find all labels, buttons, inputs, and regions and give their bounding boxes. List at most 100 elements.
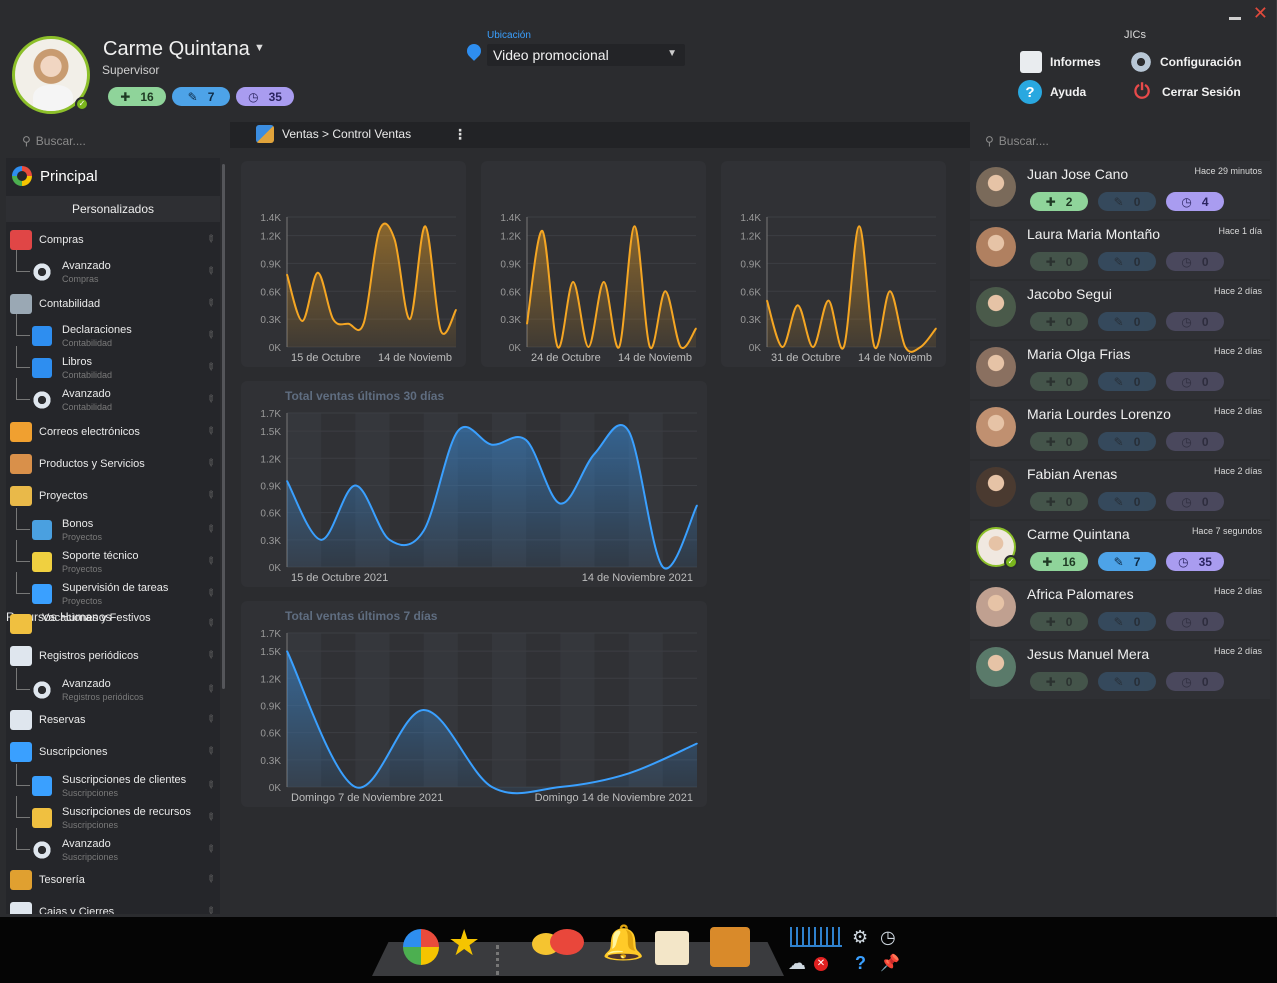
contact-badge-green[interactable]: ✚ 0	[1030, 492, 1088, 511]
contact-badge-blue[interactable]: ✎ 0	[1098, 612, 1156, 631]
chevron-down-icon[interactable]: ▼	[254, 42, 265, 54]
pin-icon[interactable]: ✎	[203, 779, 217, 793]
sidebar-item-avanzado[interactable]: Avanzado Registros periódicos ✎	[6, 668, 220, 706]
contact-badge-purple[interactable]: ◷ 0	[1166, 432, 1224, 451]
sidebar-item-reservas[interactable]: Reservas ✎	[6, 706, 220, 736]
home-icon[interactable]	[403, 929, 439, 965]
contact-badge-purple[interactable]: ◷ 0	[1166, 312, 1224, 331]
sidebar-item-proyectos[interactable]: Proyectos ✎	[6, 482, 220, 512]
sidebar-item-avanzado[interactable]: Avanzado Compras ✎	[6, 250, 220, 288]
contact-badge-blue[interactable]: ✎ 0	[1098, 372, 1156, 391]
sidebar-item-soporte-t-cnico[interactable]: Soporte técnico Proyectos ✎	[6, 540, 220, 578]
pin-icon[interactable]: ✎	[203, 425, 217, 439]
sidebar-item-compras[interactable]: Compras ✎	[6, 226, 220, 256]
cerrar-sesion-link[interactable]: ⏻ Cerrar Sesión	[1130, 80, 1241, 104]
notes-icon[interactable]	[655, 931, 689, 965]
clock-icon[interactable]: ◷	[880, 927, 896, 948]
sidebar-item-suscripciones[interactable]: Suscripciones ✎	[6, 738, 220, 768]
contact-badge-green[interactable]: ✚ 0	[1030, 372, 1088, 391]
pin-icon[interactable]: ✎	[203, 587, 217, 601]
contact-item[interactable]: Juan Jose Cano Hace 29 minutos ✚ 2 ✎ 0 ◷ 4	[970, 161, 1270, 219]
sidebar-item-avanzado[interactable]: Avanzado Contabilidad ✎	[6, 378, 220, 416]
contact-badge-purple[interactable]: ◷ 4	[1166, 192, 1224, 211]
bell-icon[interactable]: 🔔	[602, 925, 644, 961]
contact-badge-green[interactable]: ✚ 0	[1030, 252, 1088, 271]
pin-icon[interactable]: ✎	[203, 361, 217, 375]
contact-item[interactable]: Africa Palomares Hace 2 días ✚ 0 ✎ 0 ◷ 0	[970, 581, 1270, 639]
pin-icon[interactable]: ✎	[203, 329, 217, 343]
contact-badge-purple[interactable]: ◷ 0	[1166, 612, 1224, 631]
sidebar-item-vacaciones-y-festivos[interactable]: Vacaciones y Festivos Recursos Humanos ✎	[6, 610, 220, 640]
contact-item[interactable]: Maria Olga Frias Hace 2 días ✚ 0 ✎ 0 ◷ 0	[970, 341, 1270, 399]
contact-badge-purple[interactable]: ◷ 0	[1166, 252, 1224, 271]
informes-link[interactable]: Informes	[1020, 51, 1101, 73]
sidebar-item-cajas-y-cierres[interactable]: Cajas y Cierres ✎	[6, 898, 220, 914]
ayuda-link[interactable]: ? Ayuda	[1018, 80, 1086, 104]
minimize-icon[interactable]	[1228, 16, 1241, 20]
pin-icon[interactable]: ✎	[203, 489, 217, 503]
contact-badge-green[interactable]: ✚ 2	[1030, 192, 1088, 211]
sidebar-search[interactable]: ⚲ Buscar....	[22, 134, 86, 148]
pin-icon[interactable]: ✎	[203, 297, 217, 311]
pin-icon[interactable]: ✎	[203, 843, 217, 857]
badge-tasks[interactable]: ✚ 16	[108, 87, 166, 106]
contact-badge-green[interactable]: ✚ 0	[1030, 612, 1088, 631]
pin-icon[interactable]: ✎	[203, 811, 217, 825]
contact-item[interactable]: Jacobo Segui Hace 2 días ✚ 0 ✎ 0 ◷ 0	[970, 281, 1270, 339]
pin-icon[interactable]: ✎	[203, 523, 217, 537]
pin-icon[interactable]: ✎	[203, 457, 217, 471]
contact-item[interactable]: Maria Lourdes Lorenzo Hace 2 días ✚ 0 ✎ 0 ◷ 0	[970, 401, 1270, 459]
contact-badge-purple[interactable]: ◷ 35	[1166, 552, 1224, 571]
pin-icon[interactable]: ✎	[203, 873, 217, 887]
contacts-search[interactable]: ⚲ Buscar....	[985, 134, 1049, 148]
contact-badge-blue[interactable]: ✎ 0	[1098, 252, 1156, 271]
contact-badge-green[interactable]: ✚ 16	[1030, 552, 1088, 571]
sidebar-item-bonos[interactable]: Bonos Proyectos ✎	[6, 508, 220, 546]
badge-history[interactable]: ◷ 35	[236, 87, 294, 106]
pin-icon[interactable]: ✎	[203, 393, 217, 407]
pin-icon[interactable]: ✎	[203, 745, 217, 759]
sidebar-item-suscripciones-de-recursos[interactable]: Suscripciones de recursos Suscripciones ✎	[6, 796, 220, 834]
contact-badge-green[interactable]: ✚ 0	[1030, 672, 1088, 691]
contact-item[interactable]: Jesus Manuel Mera Hace 2 días ✚ 0 ✎ 0 ◷ 0	[970, 641, 1270, 699]
pin-icon[interactable]: ✎	[203, 905, 217, 914]
contact-badge-purple[interactable]: ◷ 0	[1166, 372, 1224, 391]
contact-badge-blue[interactable]: ✎ 0	[1098, 432, 1156, 451]
sidebar-principal[interactable]: Principal	[12, 166, 98, 186]
sidebar-item-registros-peri-dicos[interactable]: Registros periódicos ✎	[6, 642, 220, 672]
sidebar-personalizados[interactable]: Personalizados	[6, 196, 220, 222]
contact-badge-green[interactable]: ✚ 0	[1030, 432, 1088, 451]
help-icon[interactable]: ?	[855, 953, 866, 974]
contact-item[interactable]: ✓ Carme Quintana Hace 7 segundos ✚ 16 ✎ 7 ◷ 35	[970, 521, 1270, 579]
cloud-icon[interactable]: ☁	[788, 953, 806, 974]
sidebar-item-declaraciones[interactable]: Declaraciones Contabilidad ✎	[6, 314, 220, 352]
sidebar-item-contabilidad[interactable]: Contabilidad ✎	[6, 290, 220, 320]
sidebar-scrollbar[interactable]	[222, 164, 225, 689]
contact-item[interactable]: Fabian Arenas Hace 2 días ✚ 0 ✎ 0 ◷ 0	[970, 461, 1270, 519]
sidebar-item-productos-y-servicios[interactable]: Productos y Servicios ✎	[6, 450, 220, 480]
sidebar-item-libros[interactable]: Libros Contabilidad ✎	[6, 346, 220, 384]
contact-badge-purple[interactable]: ◷ 0	[1166, 492, 1224, 511]
pin-icon[interactable]: ✎	[203, 683, 217, 697]
contact-badge-blue[interactable]: ✎ 7	[1098, 552, 1156, 571]
pin-icon[interactable]: ✎	[203, 265, 217, 279]
sidebar-item-avanzado[interactable]: Avanzado Suscripciones ✎	[6, 828, 220, 866]
sidebar-item-correos-electr-nicos[interactable]: Correos electrónicos ✎	[6, 418, 220, 448]
network-icon[interactable]	[790, 927, 842, 947]
contact-badge-blue[interactable]: ✎ 0	[1098, 492, 1156, 511]
contact-badge-blue[interactable]: ✎ 0	[1098, 192, 1156, 211]
pin-icon[interactable]: ✎	[203, 649, 217, 663]
location-select[interactable]: Video promocional ▼	[487, 44, 685, 66]
close-icon[interactable]: ✕	[1253, 4, 1268, 22]
sidebar-item-tesorer-a[interactable]: Tesorería ✎	[6, 866, 220, 896]
breadcrumb[interactable]: Ventas > Control Ventas	[282, 127, 411, 141]
more-options-icon[interactable]: ⋮	[453, 126, 467, 143]
contact-badge-blue[interactable]: ✎ 0	[1098, 312, 1156, 331]
pin-icon[interactable]: 📌	[880, 953, 900, 973]
sidebar-item-suscripciones-de-clientes[interactable]: Suscripciones de clientes Suscripciones ✎	[6, 764, 220, 802]
gear-icon[interactable]: ⚙	[852, 927, 868, 948]
contact-badge-green[interactable]: ✚ 0	[1030, 312, 1088, 331]
pin-icon[interactable]: ✎	[203, 233, 217, 247]
wallet-icon[interactable]	[710, 927, 750, 967]
configuracion-link[interactable]: Configuración	[1130, 51, 1241, 73]
